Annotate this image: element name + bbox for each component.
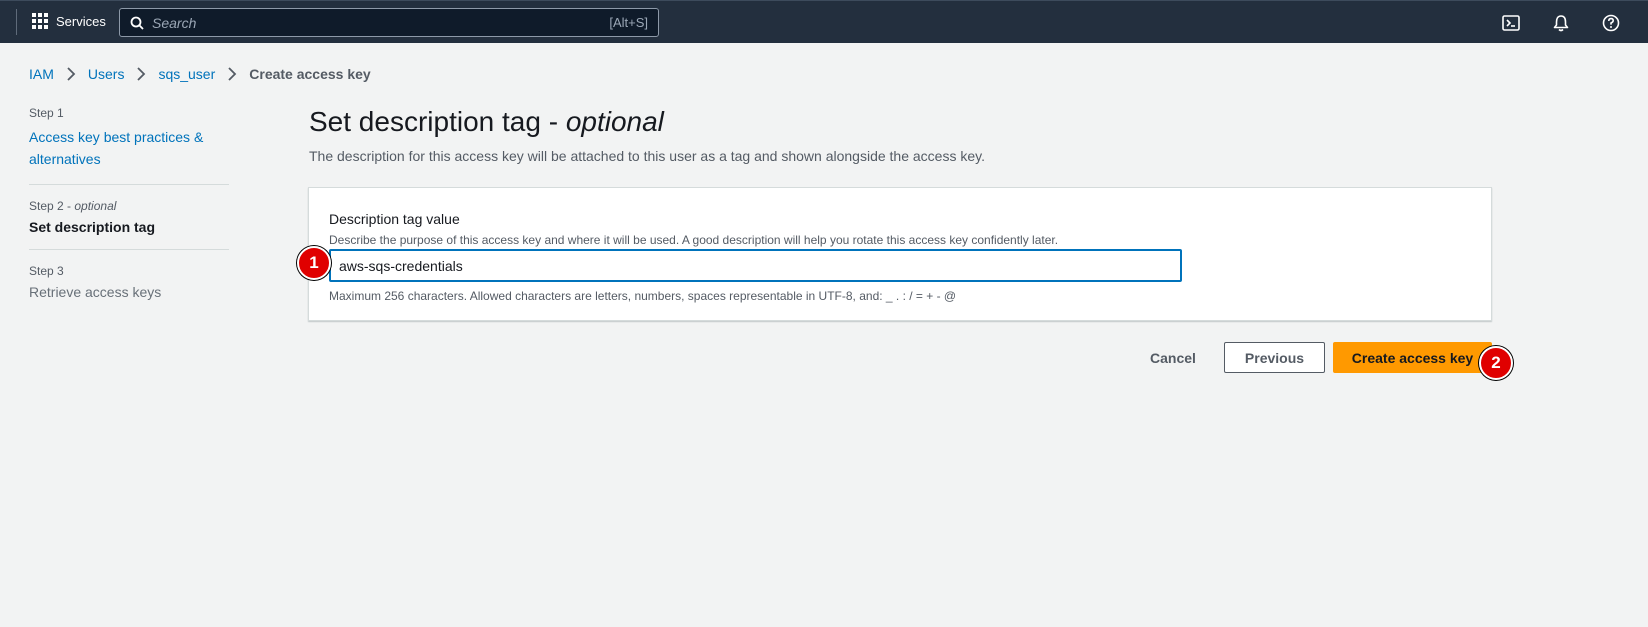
- wizard-steps: Step 1 Access key best practices & alter…: [29, 106, 229, 328]
- create-access-key-button[interactable]: Create access key: [1333, 342, 1492, 373]
- search-icon: [130, 16, 144, 30]
- step-label: Step 1: [29, 106, 64, 120]
- page-title: Set description tag - optional: [309, 106, 664, 137]
- breadcrumb: IAM Users sqs_user Create access key: [29, 66, 371, 82]
- chevron-right-icon: [136, 67, 146, 81]
- search-input[interactable]: [152, 14, 610, 31]
- step-1-link[interactable]: Access key best practices & alternatives: [29, 126, 229, 170]
- services-label: Services: [56, 13, 106, 29]
- top-navigation: Services [Alt+S]: [0, 0, 1648, 43]
- step-3-title: Retrieve access keys: [29, 284, 162, 300]
- step-1: Step 1 Access key best practices & alter…: [29, 106, 229, 185]
- breadcrumb-current: Create access key: [249, 66, 371, 82]
- field-label: Description tag value: [329, 211, 460, 227]
- bell-icon[interactable]: [1551, 13, 1571, 33]
- chevron-right-icon: [227, 67, 237, 81]
- step-2: Step 2 - optional Set description tag: [29, 199, 229, 250]
- step-label: Step 3: [29, 264, 64, 278]
- step-2-title: Set description tag: [29, 219, 156, 235]
- step-marker-2: 2: [1479, 346, 1513, 380]
- step-3: Step 3 Retrieve access keys: [29, 264, 229, 314]
- cancel-button[interactable]: Cancel: [1140, 342, 1206, 373]
- search-bar[interactable]: [Alt+S]: [119, 8, 659, 37]
- description-tag-input[interactable]: [329, 249, 1182, 282]
- grid-icon: [32, 13, 48, 29]
- page-title-optional: optional: [565, 106, 664, 137]
- page-description: The description for this access key will…: [309, 148, 985, 164]
- services-menu-button[interactable]: Services: [32, 13, 106, 29]
- field-constraint: Maximum 256 characters. Allowed characte…: [329, 289, 957, 303]
- step-marker-1: 1: [297, 246, 331, 280]
- breadcrumb-iam[interactable]: IAM: [29, 66, 54, 82]
- chevron-right-icon: [66, 67, 76, 81]
- description-tag-container: Description tag value Describe the purpo…: [308, 187, 1492, 321]
- step-label: Step 2 - optional: [29, 199, 117, 213]
- field-description: Describe the purpose of this access key …: [329, 233, 1059, 247]
- cloudshell-icon[interactable]: [1501, 13, 1521, 33]
- help-icon[interactable]: [1601, 13, 1621, 33]
- previous-button[interactable]: Previous: [1224, 342, 1325, 373]
- nav-divider: [16, 9, 17, 35]
- step-optional-label: optional: [74, 199, 117, 213]
- breadcrumb-users[interactable]: Users: [88, 66, 125, 82]
- search-shortcut: [Alt+S]: [609, 15, 648, 30]
- breadcrumb-sqs-user[interactable]: sqs_user: [158, 66, 215, 82]
